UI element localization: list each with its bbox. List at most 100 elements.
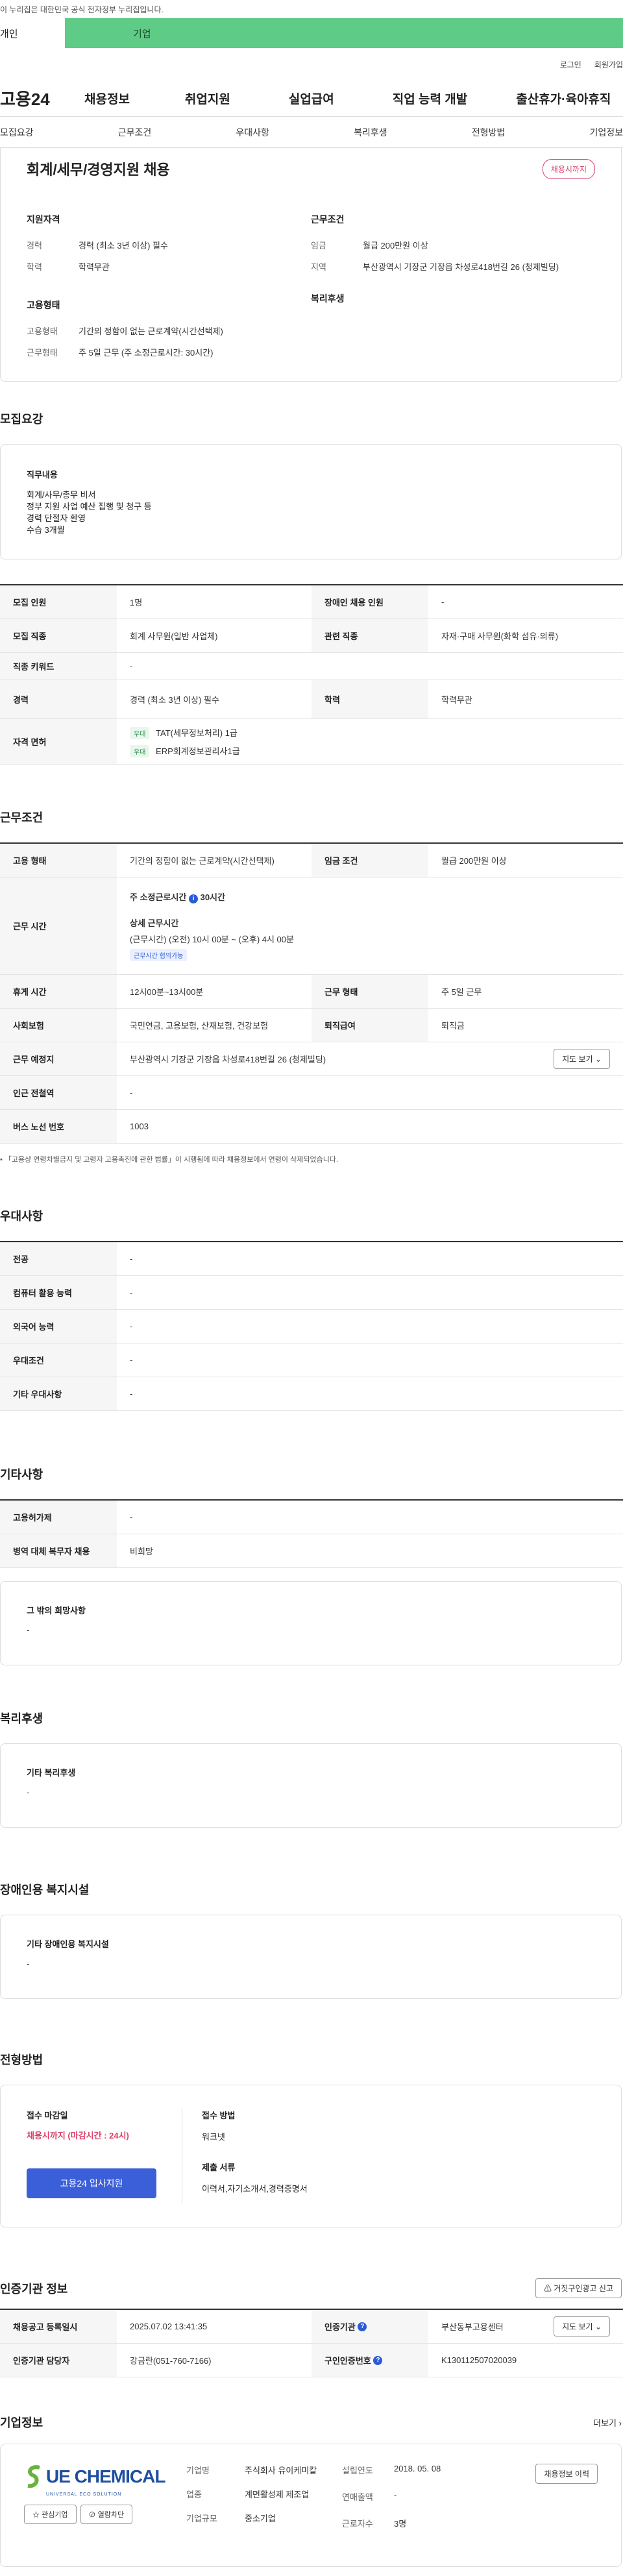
pref-badge: 우대 [130,744,150,757]
preference-section: 우대사항 전공 - 컴퓨터 활용 능력 - 외국어 능력 - 우대조건 - 기타 우대사… [0,1164,623,1411]
anchor-condition[interactable]: 근무조건 [118,126,152,139]
cert-num-label: 구인인증번호 [324,2356,371,2366]
chevron-down-icon: ⌄ [594,1055,602,1064]
other-row-value: - [130,1512,133,1522]
condition-heading: 근무조건 [0,811,43,824]
welfare-card: 기타 복리후생 - [0,1743,622,1828]
place-value: 부산광역시 기장군 기장읍 차성로418번길 26 (청제빌딩) [130,1055,326,1064]
anchor-company[interactable]: 기업정보 [589,126,623,139]
info-icon[interactable]: i [188,894,198,903]
detail-title: 상세 근무시간 [130,918,179,928]
job-value: 회계 사무원(일반 사업체) [130,632,218,641]
bus-value: 1003 [130,1122,149,1131]
recruit-heading: 모집요강 [0,413,43,426]
pref-row-label: 기타 우대사항 [0,1377,117,1410]
chevron-down-icon: ⌄ [594,2322,602,2331]
docs-value: 이력서,자기소개서,경력증명서 [202,2184,308,2194]
anchor-welfare[interactable]: 복리후생 [354,126,387,139]
other-section: 기타사항 고용허가제 - 병역 대체 복무자 채용 비희망 그 밖의 희망사항 - [0,1411,623,1665]
disabled-card-value: - [27,1959,30,1969]
cert-num-value: K130112507020039 [441,2355,517,2365]
selection-card: 접수 마감일 채용시까지 (마감시간 : 24시) 고용24 입사지원 접수 방… [0,2085,622,2227]
map-button[interactable]: 지도 보기 ⌄ [554,1049,610,1069]
rel-label: 관련 직종 [312,619,428,652]
deadline-value: 채용시까지 (마감시간 : 24시) [27,2131,129,2141]
company-logo-mark-icon [27,2465,40,2488]
selection-heading: 전형방법 [0,2054,43,2067]
disabled-card-title: 기타 장애인용 복지시설 [27,1939,109,1949]
report-button[interactable]: ⚠ 거짓구인광고 신고 [535,2278,622,2298]
kw-value: - [130,661,133,671]
duty-line: 경력 단절자 환영 [27,513,86,523]
anchor-selection[interactable]: 전형방법 [472,126,506,139]
edu-label: 학력 [312,680,428,718]
other-heading: 기타사항 [0,1468,43,1481]
wish-title: 그 밖의 희망사항 [27,1606,86,1615]
disabled-label: 장애인 채용 인원 [312,585,428,619]
weekly-value: 30시간 [200,892,225,902]
gnb-jobs[interactable]: 채용정보 [84,90,130,107]
other-row-value: 비희망 [130,1547,153,1556]
gnb-unemployment[interactable]: 실업급여 [289,90,334,107]
pref-row-value: - [130,1288,133,1297]
employees-key: 근로자수 [342,2519,373,2529]
pref-badge: 우대 [130,726,150,739]
emptype-key: 고용형태 [27,326,58,336]
agency-map-button[interactable]: 지도 보기 ⌄ [554,2316,610,2337]
other-row-label: 고용허가제 [0,1501,117,1534]
block-company-button[interactable]: ⊘ 열람차단 [80,2505,133,2524]
status-badge: 채용시까지 [542,158,595,179]
detail-value: (근무시간) (오전) 10시 00분 ~ (오후) 4시 00분 [130,935,294,944]
anchor-recruit[interactable]: 모집요강 [0,126,34,139]
pref-heading: 우대사항 [0,1210,43,1223]
company-logo-sub: UNIVERSAL ECO SOLUTION [46,2492,122,2497]
size-key: 기업규모 [186,2514,217,2523]
wish-card: 그 밖의 희망사항 - [0,1581,622,1665]
info-icon[interactable]: ? [373,2355,383,2365]
pref-row-label: 우대조건 [0,1343,117,1377]
login-link[interactable]: 로그인 [560,59,581,70]
size-value: 중소기업 [245,2514,276,2523]
more-link[interactable]: 더보기 › [593,2416,622,2429]
hire-history-button[interactable]: 채용정보 이력 [535,2464,598,2484]
tab-corporate[interactable]: 기업 [65,18,623,48]
org-label: 인증기관 [324,2322,356,2332]
tab-individual[interactable]: 개인 [0,18,65,48]
global-nav: 고용24 채용정보 취업지원 실업급여 직업 능력 개발 출산휴가·육아휴직 [0,80,623,117]
job-summary-card: 회계/세무/경영지원 채용 채용시까지 지원자격 경력 경력 (최소 3년 이상)… [0,148,622,382]
company-name-value: 주식회사 유이케미칼 [245,2466,317,2475]
fav-company-button[interactable]: ☆ 관심기업 [24,2505,77,2524]
gnb-employment[interactable]: 취업지원 [185,90,230,107]
recruit-table: 모집 인원 1명 장애인 채용 인원 - 모집 직종 회계 사무원(일반 사업체) 관련 … [0,584,623,765]
recruit-section: 모집요강 직무내용 회계/사무/총무 비서 정부 지원 사업 예산 집행 및 청… [0,382,623,765]
disabled-heading: 장애인용 복지시설 [0,1883,90,1896]
anchor-preference[interactable]: 우대사항 [236,126,269,139]
site-logo[interactable]: 고용24 [0,86,84,110]
gnb-training[interactable]: 직업 능력 개발 [393,90,467,107]
company-name-key: 기업명 [186,2466,210,2475]
num-label-cell: 구인인증번호 ? [312,2344,428,2377]
career-label: 경력 [0,680,117,718]
gnb-leave[interactable]: 출산휴가·육아휴직 [516,90,611,107]
mgr-value: 강금란(051-760-7166) [130,2356,212,2366]
info-icon[interactable]: ? [358,2322,367,2331]
hours-label: 근무 시간 [0,877,117,974]
career-val: 경력 (최소 3년 이상) 필수 [130,695,219,705]
selection-section: 전형방법 접수 마감일 채용시까지 (마감시간 : 24시) 고용24 입사지원… [0,1999,623,2227]
pref-row-label: 외국어 능력 [0,1310,117,1343]
fav-label: 관심기업 [42,2511,68,2519]
signup-link[interactable]: 회원가입 [594,59,623,70]
disabled-value: - [441,597,445,607]
rel-value: 자재·구매 사무원(화학 섬유·의류) [441,632,559,641]
other-table: 고용허가제 - 병역 대체 복무자 채용 비희망 [0,1499,623,1568]
deadline-title: 접수 마감일 [27,2111,68,2120]
nego-badge: 근무시간 협의가능 [130,949,188,961]
company-card: UE CHEMICAL UNIVERSAL ECO SOLUTION ☆ 관심기… [0,2444,622,2567]
block-label: 열람차단 [97,2511,125,2519]
star-icon: ☆ [32,2511,40,2519]
pref-row-label: 컴퓨터 활용 능력 [0,1276,117,1309]
condition-table: 고용 형태 기간의 정함이 없는 근로계약(시간선택제) 임금 조건 월급 200만원… [0,842,623,1144]
org-label-cell: 인증기관 ? [312,2310,428,2343]
cert-item: TAT(세무정보처리) 1급 [156,728,238,738]
apply-button[interactable]: 고용24 입사지원 [27,2168,156,2198]
